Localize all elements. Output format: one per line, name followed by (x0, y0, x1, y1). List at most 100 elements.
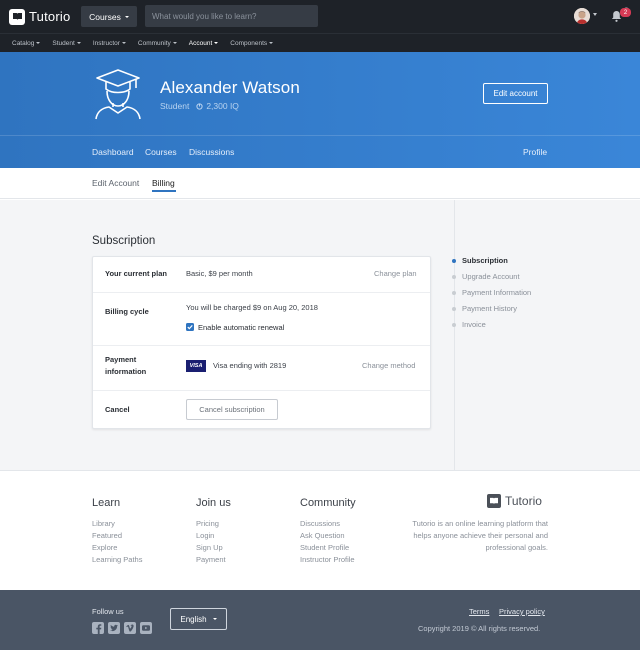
twitter-icon[interactable] (108, 622, 120, 634)
sidebar-item-payment-history[interactable]: Payment History (462, 304, 517, 313)
cancel-subscription-button[interactable]: Cancel subscription (186, 399, 278, 420)
copyright-text: Copyright 2019 © All rights reserved. (418, 624, 541, 633)
chevron-down-icon (76, 42, 81, 44)
user-iq: 2,300 IQ (206, 101, 239, 111)
secondary-navbar: Catalog Student Instructor Community Acc… (0, 33, 640, 52)
subnav-label: Catalog (12, 39, 35, 47)
chevron-down-icon (269, 42, 274, 44)
footer-brand-logo[interactable]: Tutorio (487, 494, 542, 508)
tab-billing[interactable]: Billing (152, 178, 175, 188)
sidebar-dot (452, 307, 456, 311)
language-select[interactable]: English (170, 608, 227, 630)
chevron-down-icon (172, 42, 177, 44)
row-divider (93, 390, 430, 391)
footer-description: Tutorio is an online learning platform t… (412, 519, 548, 552)
footer-link[interactable]: Payment (196, 555, 226, 564)
book-icon (9, 8, 25, 25)
terms-link[interactable]: Terms (469, 607, 489, 616)
follow-us-label: Follow us (92, 607, 124, 616)
change-method-link[interactable]: Change method (362, 361, 415, 370)
payment-card-value: Visa ending with 2819 (213, 361, 287, 370)
privacy-policy-link[interactable]: Privacy policy (499, 607, 545, 616)
change-plan-link[interactable]: Change plan (374, 269, 417, 278)
sidebar-item-invoice[interactable]: Invoice (462, 320, 486, 329)
subnav-label: Instructor (92, 39, 120, 47)
auto-renew-checkbox[interactable] (186, 323, 194, 331)
book-icon (487, 494, 501, 508)
footer-link[interactable]: Ask Question (300, 531, 345, 540)
active-tab-indicator (152, 190, 176, 192)
row-divider (93, 292, 430, 293)
tab-dashboard[interactable]: Dashboard (92, 147, 134, 157)
subnav-components[interactable]: Components (230, 39, 274, 47)
footer-link[interactable]: Discussions (300, 519, 340, 528)
sidebar-item-upgrade-account[interactable]: Upgrade Account (462, 272, 520, 281)
subnav-account[interactable]: Account (189, 40, 219, 47)
sidebar-active-dot (452, 259, 456, 263)
sidebar-dot (452, 323, 456, 327)
footer-link[interactable]: Pricing (196, 519, 219, 528)
footer-brand-name: Tutorio (505, 494, 542, 508)
chevron-down-icon (36, 42, 41, 44)
billing-cycle-value: You will be charged $9 on Aug 20, 2018 (186, 303, 318, 312)
sidebar-item-payment-information[interactable]: Payment Information (462, 288, 531, 297)
iq-icon (196, 102, 203, 110)
user-meta: Student 2,300 IQ (160, 101, 239, 111)
notification-badge: 2 (620, 8, 631, 17)
visa-card-icon: VISA (186, 360, 206, 372)
row-divider (93, 345, 430, 346)
footer-link[interactable]: Login (196, 531, 214, 540)
courses-dropdown-button[interactable]: Courses (81, 6, 137, 27)
footer-join-heading: Join us (196, 497, 231, 509)
footer-link[interactable]: Featured (92, 531, 122, 540)
footer-link[interactable]: Instructor Profile (300, 555, 355, 564)
subnav-label: Student (52, 39, 75, 47)
chevron-down-icon (212, 618, 217, 620)
chevron-down-icon[interactable] (593, 13, 597, 16)
user-name: Alexander Watson (160, 78, 300, 97)
footer-bottom-bar (0, 590, 640, 650)
facebook-icon[interactable] (92, 622, 104, 634)
current-plan-value: Basic, $9 per month (186, 269, 253, 278)
subnav-catalog[interactable]: Catalog (12, 39, 41, 47)
sidebar-divider (454, 200, 455, 470)
language-value: English (180, 614, 207, 624)
search-input[interactable]: What would you like to learn? (145, 5, 318, 27)
auto-renew-label[interactable]: Enable automatic renewal (198, 323, 284, 332)
current-plan-label: Your current plan (105, 269, 167, 278)
user-role: Student (160, 101, 190, 111)
payment-info-label-line1: Payment (105, 355, 137, 364)
subnav-label: Account (188, 39, 213, 47)
chevron-down-icon (124, 15, 129, 18)
graduate-avatar-icon (95, 69, 141, 120)
checkmark-icon (187, 324, 193, 330)
footer-link[interactable]: Learning Paths (92, 555, 142, 564)
tab-edit-account[interactable]: Edit Account (92, 178, 139, 188)
subnav-student[interactable]: Student (52, 39, 81, 47)
chevron-down-icon (214, 42, 219, 44)
avatar-image (574, 8, 590, 24)
tab-courses[interactable]: Courses (145, 147, 177, 157)
user-avatar[interactable] (574, 8, 590, 24)
billing-cycle-label: Billing cycle (105, 307, 149, 316)
brand-name: Tutorio (29, 9, 71, 24)
subnav-instructor[interactable]: Instructor (93, 40, 126, 47)
footer-link[interactable]: Student Profile (300, 543, 349, 552)
tab-discussions[interactable]: Discussions (189, 147, 234, 157)
sidebar-item-subscription[interactable]: Subscription (462, 256, 508, 265)
chevron-down-icon (121, 42, 126, 44)
courses-label: Courses (89, 11, 121, 22)
subnav-label: Components (230, 39, 268, 47)
edit-account-button[interactable]: Edit account (483, 83, 548, 104)
footer-link[interactable]: Sign Up (196, 543, 223, 552)
tab-profile[interactable]: Profile (523, 147, 547, 157)
subnav-community[interactable]: Community (138, 40, 177, 47)
brand-logo[interactable]: Tutorio (9, 7, 70, 26)
footer-link[interactable]: Library (92, 519, 115, 528)
footer-link[interactable]: Explore (92, 543, 117, 552)
youtube-icon[interactable] (140, 622, 152, 634)
subnav-label: Community (137, 39, 171, 47)
hero-divider (0, 135, 640, 136)
vimeo-icon[interactable] (124, 622, 136, 634)
sidebar-dot (452, 275, 456, 279)
